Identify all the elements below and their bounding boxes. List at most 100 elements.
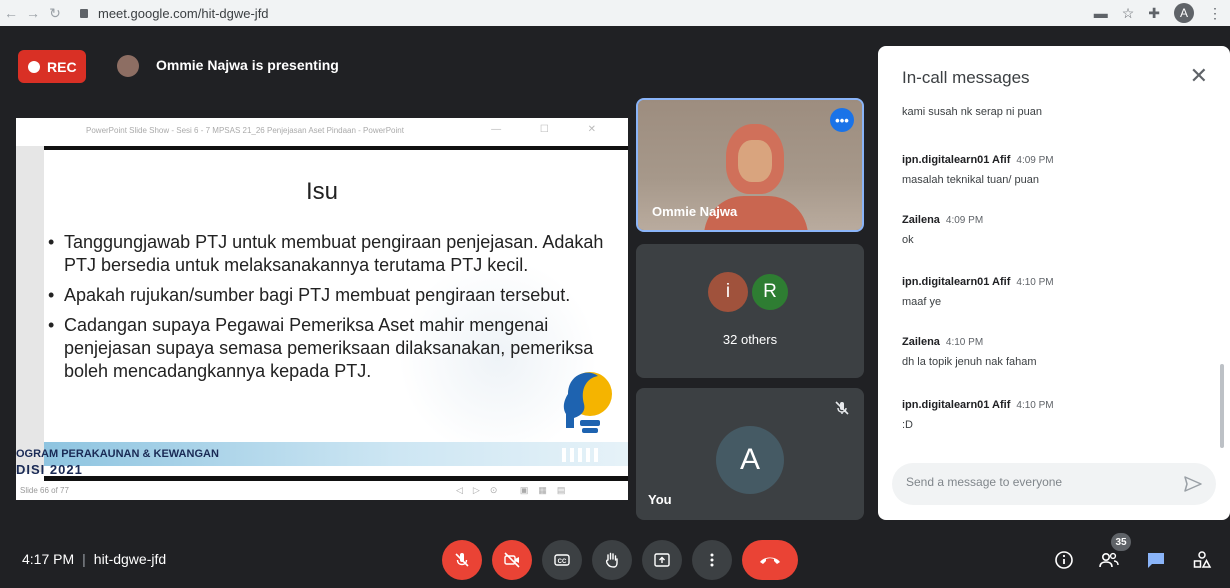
slide-bottom-band: [44, 476, 628, 481]
chat-time: 4:10 PM: [1016, 277, 1054, 288]
chat-sender: ipn.digitalearn01 Afif: [902, 154, 1011, 166]
browser-toolbar: ← → ↻ meet.google.com/hit-dgwe-jfd ▬ ☆ ✚…: [0, 0, 1230, 26]
slide-footer-text: OGRAM PERAKAUNAN & KEWANGAN: [16, 448, 219, 460]
presenter-face: [738, 140, 772, 182]
slide-bullet-list: Tanggungjawab PTJ untuk membuat pengiraa…: [48, 231, 618, 390]
separator: |: [82, 551, 86, 567]
window-buttons: — ☐ ✕: [491, 124, 614, 135]
slide-footer-year: DISI 2021: [16, 462, 83, 477]
more-options-button[interactable]: [692, 540, 732, 580]
chat-sender: Zailena: [902, 336, 940, 348]
chat-message-text: maaf ye: [902, 296, 942, 308]
chat-title: In-call messages: [902, 68, 1030, 87]
lock-icon: [80, 8, 88, 18]
participant-tile-presenter[interactable]: Ommie Najwa •••: [636, 98, 864, 232]
mic-off-icon: [835, 401, 849, 415]
chat-message-text: ok: [902, 234, 914, 246]
rec-dot-icon: [28, 60, 40, 73]
chat-panel: In-call messages ✕ kami susah nk serap n…: [878, 46, 1230, 520]
mic-toggle-button[interactable]: [442, 540, 482, 580]
slide-top-band: [44, 146, 628, 150]
chat-scrollbar[interactable]: [1220, 364, 1224, 448]
raise-hand-button[interactable]: [592, 540, 632, 580]
chat-message: ipn.digitalearn01 Afif 4:10 PM :D: [902, 395, 1202, 431]
slideshow-controls: ◁▷⊙ ▣▦▤: [456, 485, 576, 495]
meeting-details-button[interactable]: [1050, 546, 1078, 574]
meeting-info: 4:17 PM | hit-dgwe-jfd: [22, 551, 166, 567]
svg-text:CC: CC: [558, 559, 567, 565]
leave-call-button[interactable]: [742, 540, 798, 580]
participant-tile-others[interactable]: i R 32 others: [636, 244, 864, 378]
chat-time: 4:10 PM: [1016, 400, 1054, 411]
address-bar[interactable]: meet.google.com/hit-dgwe-jfd: [98, 6, 269, 21]
camera-toggle-button[interactable]: [492, 540, 532, 580]
star-icon[interactable]: ☆: [1122, 5, 1135, 22]
slide-bullet: Apakah rujukan/sumber bagi PTJ membuat p…: [48, 284, 618, 307]
chat-sender: Zailena: [902, 214, 940, 226]
more-icon: [710, 553, 714, 567]
extensions-icon[interactable]: ✚: [1148, 5, 1160, 22]
slide-footer-stripes: [562, 448, 602, 462]
camera-off-icon: [504, 552, 520, 568]
presentation-screen: PowerPoint Slide Show - Sesi 6 - 7 MPSAS…: [16, 118, 628, 500]
chat-message-input[interactable]: [906, 475, 1156, 489]
people-icon: [1099, 552, 1119, 568]
reload-icon[interactable]: ↻: [44, 5, 66, 22]
chat-time: 4:09 PM: [945, 215, 984, 226]
chat-icon: [1148, 553, 1164, 568]
key-icon[interactable]: ▬: [1094, 5, 1108, 21]
forward-icon[interactable]: →: [22, 5, 44, 21]
profile-avatar[interactable]: A: [1174, 3, 1194, 23]
self-label: You: [648, 492, 672, 507]
present-now-button[interactable]: [642, 540, 682, 580]
chat-time: 4:09 PM: [1016, 155, 1054, 166]
captions-icon: CC: [554, 554, 570, 566]
slide-heading: Isu: [305, 178, 338, 205]
others-count-label: 32 others: [722, 332, 778, 347]
chat-message: ipn.digitalearn01 Afif 4:09 PM masalah te…: [902, 150, 1202, 186]
recording-badge[interactable]: REC: [18, 50, 86, 83]
chat-message: Zailena 4:09 PM ok: [902, 210, 1202, 246]
slide-counter: Slide 66 of 77: [20, 486, 69, 495]
raise-hand-icon: [605, 552, 618, 568]
participant-tile-self[interactable]: A You: [636, 388, 864, 520]
info-icon: [1055, 551, 1073, 569]
chat-button[interactable]: [1142, 546, 1170, 574]
mic-off-icon: [455, 553, 469, 567]
tile-more-options-icon[interactable]: •••: [830, 108, 854, 132]
back-icon[interactable]: ←: [0, 5, 22, 21]
lightbulb-head-icon: [563, 372, 612, 433]
chat-sender: ipn.digitalearn01 Afif: [902, 276, 1011, 288]
send-icon[interactable]: [1182, 473, 1204, 495]
slide-bullet: Tanggungjawab PTJ untuk membuat pengiraa…: [48, 231, 618, 277]
activities-button[interactable]: [1188, 546, 1216, 574]
meeting-code: hit-dgwe-jfd: [93, 551, 167, 567]
slide-bullet: Cadangan supaya Pegawai Pemeriksa Aset m…: [48, 314, 618, 383]
chat-message-text: kami susah nk serap ni puan: [902, 106, 1043, 118]
presenter-avatar: [117, 55, 139, 77]
self-avatar: A: [716, 426, 784, 494]
chat-message-text: dh la topik jenuh nak faham: [902, 356, 1037, 368]
activities-icon: [1193, 551, 1212, 568]
end-call-icon: [760, 557, 780, 564]
slide-statusbar: Slide 66 of 77 ◁▷⊙ ▣▦▤: [16, 482, 628, 500]
close-icon[interactable]: ✕: [1190, 65, 1208, 87]
slide-window-title: PowerPoint Slide Show - Sesi 6 - 7 MPSAS…: [16, 118, 628, 146]
current-time: 4:17 PM: [22, 551, 75, 567]
chat-message-text: masalah teknikal tuan/ puan: [902, 174, 1039, 186]
participant-avatar: i: [708, 272, 748, 312]
captions-button[interactable]: CC: [542, 540, 582, 580]
people-count-badge: 35: [1111, 533, 1131, 551]
rec-label: REC: [47, 58, 77, 75]
chat-time: 4:10 PM: [945, 337, 984, 348]
presenter-name-label: Ommie Najwa: [652, 204, 738, 219]
chat-message-text: :D: [902, 419, 913, 431]
chat-sender: ipn.digitalearn01 Afif: [902, 399, 1011, 411]
browser-menu-icon[interactable]: ⋮: [1208, 5, 1222, 22]
slide-window-title-text: PowerPoint Slide Show - Sesi 6 - 7 MPSAS…: [86, 126, 404, 135]
presenting-label: Ommie Najwa is presenting: [156, 57, 339, 73]
chat-message: ipn.digitalearn01 Afif 4:10 PM maaf ye: [902, 272, 1202, 308]
participant-avatar: R: [750, 272, 790, 312]
chat-input-box[interactable]: [892, 463, 1216, 505]
chat-message: Zailena 4:10 PM dh la topik jenuh nak fah…: [902, 332, 1202, 368]
